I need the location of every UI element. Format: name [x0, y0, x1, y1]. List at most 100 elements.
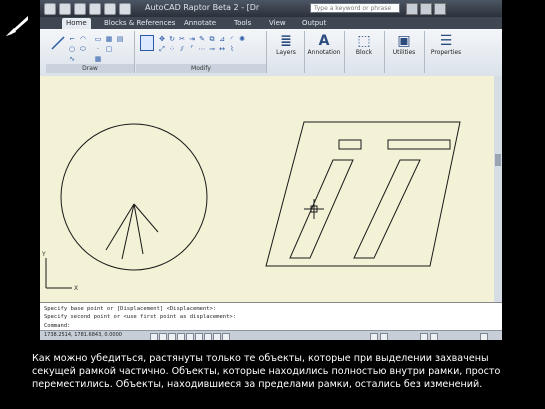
tab-home[interactable]: Home [62, 18, 91, 29]
mirror-icon[interactable]: ⊿ [218, 35, 226, 43]
command-history-2: Specify second point or <use first point… [44, 314, 237, 320]
layers-label: Layers [276, 49, 296, 56]
table-icon[interactable]: ▦ [94, 55, 102, 63]
annotation-label: Annotation [307, 49, 341, 56]
erase-icon[interactable]: ✎ [198, 35, 206, 43]
command-prompt[interactable]: Command: [44, 323, 71, 329]
array-icon[interactable]: ⁘ [168, 45, 176, 53]
rectangle-icon[interactable]: ▭ [94, 35, 102, 43]
explode-icon[interactable]: ✺ [238, 35, 246, 43]
new-icon[interactable] [44, 3, 56, 15]
command-window[interactable]: Specify base point or [Displacement] <Di… [40, 302, 502, 331]
tab-output[interactable]: Output [298, 18, 330, 29]
chamfer-icon[interactable]: ⌜ [188, 45, 196, 53]
tab-blocks-references[interactable]: Blocks & References [100, 18, 179, 29]
model-space-icon[interactable] [370, 333, 378, 340]
modify-panel-label[interactable]: Modify [136, 64, 266, 73]
spline-icon[interactable]: ∿ [68, 55, 76, 63]
properties-panel: ☰ Properties [426, 31, 466, 73]
grid-toggle-icon[interactable] [159, 333, 167, 340]
layers-button[interactable]: ≣ Layers [268, 33, 304, 65]
polar-toggle-icon[interactable] [177, 333, 185, 340]
join-icon[interactable]: ⊸ [208, 45, 216, 53]
stretched-line-1 [105, 203, 135, 251]
trim-icon[interactable]: ✂ [178, 35, 186, 43]
ucs-x-label: X [74, 285, 78, 292]
draw-panel-label[interactable]: Draw [46, 64, 134, 73]
window-title: AutoCAD Raptor Beta 2 - [Dr [145, 3, 260, 12]
ribbon-tabs: Home Blocks & References Annotate Tools … [40, 17, 502, 29]
tab-tools[interactable]: Tools [230, 18, 255, 29]
utilities-panel: ▣ Utilities [386, 31, 425, 73]
quick-access-toolbar [44, 3, 131, 15]
title-bar: AutoCAD Raptor Beta 2 - [Dr Type a keywo… [40, 0, 502, 17]
workspace-icon[interactable] [480, 333, 488, 340]
star-icon[interactable] [420, 3, 432, 15]
move-icon[interactable]: ✥ [158, 35, 166, 43]
circle-icon[interactable]: ○ [68, 45, 76, 53]
hatch-icon[interactable]: ▦ [105, 35, 113, 43]
rotate-icon[interactable]: ↻ [168, 35, 176, 43]
binoculars-icon[interactable] [406, 3, 418, 15]
redo-icon[interactable] [104, 3, 116, 15]
arc-icon[interactable]: ◠ [79, 35, 87, 43]
plot-icon[interactable] [119, 3, 131, 15]
utilities-icon: ▣ [397, 33, 411, 49]
gradient-icon[interactable]: ▤ [116, 35, 124, 43]
layers-panel: ≣ Layers [268, 31, 305, 73]
undo-icon[interactable] [89, 3, 101, 15]
fillet-icon[interactable]: ◜ [228, 35, 236, 43]
ellipse-icon[interactable]: ⬭ [79, 45, 87, 53]
ortho-toggle-icon[interactable] [168, 333, 176, 340]
osnap-toggle-icon[interactable] [186, 333, 194, 340]
snap-toggle-icon[interactable] [150, 333, 158, 340]
utilities-label: Utilities [392, 49, 416, 56]
otrack-toggle-icon[interactable] [195, 333, 203, 340]
vertical-scrollbar[interactable] [494, 76, 502, 302]
save-icon[interactable] [74, 3, 86, 15]
lengthen-icon[interactable]: ↔ [218, 45, 226, 53]
ucs-y-label: Y [41, 251, 46, 258]
stretch-icon[interactable] [140, 35, 154, 51]
offset-icon[interactable]: ⫽ [178, 45, 186, 53]
circle-object [60, 123, 208, 271]
ribbon: ⌐ ◠ ▭ ▦ ▤ ○ ⬭ · ▢ ∿ ▦ Draw ✥ ↻ ✂ ⇥ ✎ ⧉ ⊿… [40, 29, 502, 77]
ducs-toggle-icon[interactable] [204, 333, 212, 340]
block-label: Block [355, 49, 373, 56]
block-icon: ⬚ [357, 33, 371, 49]
block-button[interactable]: ⬚ Block [346, 33, 382, 65]
pedit-icon[interactable]: ⌇ [228, 45, 236, 53]
open-icon[interactable] [59, 3, 71, 15]
break-icon[interactable]: ⋯ [198, 45, 206, 53]
draw-panel: ⌐ ◠ ▭ ▦ ▤ ○ ⬭ · ▢ ∿ ▦ Draw [46, 31, 135, 73]
stretched-line-3 [133, 203, 159, 233]
tab-annotate[interactable]: Annotate [180, 18, 220, 29]
copy-icon[interactable]: ⧉ [208, 35, 216, 43]
drawing-canvas[interactable]: Y X [40, 76, 494, 302]
search-input[interactable]: Type a keyword or phrase [310, 3, 400, 13]
scroll-thumb[interactable] [495, 154, 501, 166]
tab-view[interactable]: View [265, 18, 290, 29]
properties-label: Properties [430, 49, 462, 56]
block-panel: ⬚ Block [346, 31, 385, 73]
utilities-button[interactable]: ▣ Utilities [386, 33, 422, 65]
zoom-icon[interactable] [430, 333, 438, 340]
pan-icon[interactable] [420, 333, 428, 340]
extend-icon[interactable]: ⇥ [188, 35, 196, 43]
line-icon[interactable] [50, 35, 66, 51]
command-history-1: Specify base point or [Displacement] <Di… [44, 306, 217, 312]
small-rectangle [338, 139, 362, 150]
dyn-toggle-icon[interactable] [213, 333, 221, 340]
point-icon[interactable]: · [94, 45, 102, 53]
lwt-toggle-icon[interactable] [222, 333, 230, 340]
polyline-icon[interactable]: ⌐ [68, 35, 76, 43]
logo-icon [6, 16, 28, 36]
properties-button[interactable]: ☰ Properties [426, 33, 466, 65]
scale-icon[interactable]: ⤢ [158, 45, 166, 53]
layout-icon[interactable] [380, 333, 388, 340]
caption-text: Как можно убедиться, растянуты только те… [32, 353, 501, 390]
annotation-button[interactable]: A Annotation [306, 33, 342, 65]
region-icon[interactable]: ▢ [105, 45, 113, 53]
help-icon[interactable] [434, 3, 446, 15]
annotation-panel: A Annotation [306, 31, 345, 73]
